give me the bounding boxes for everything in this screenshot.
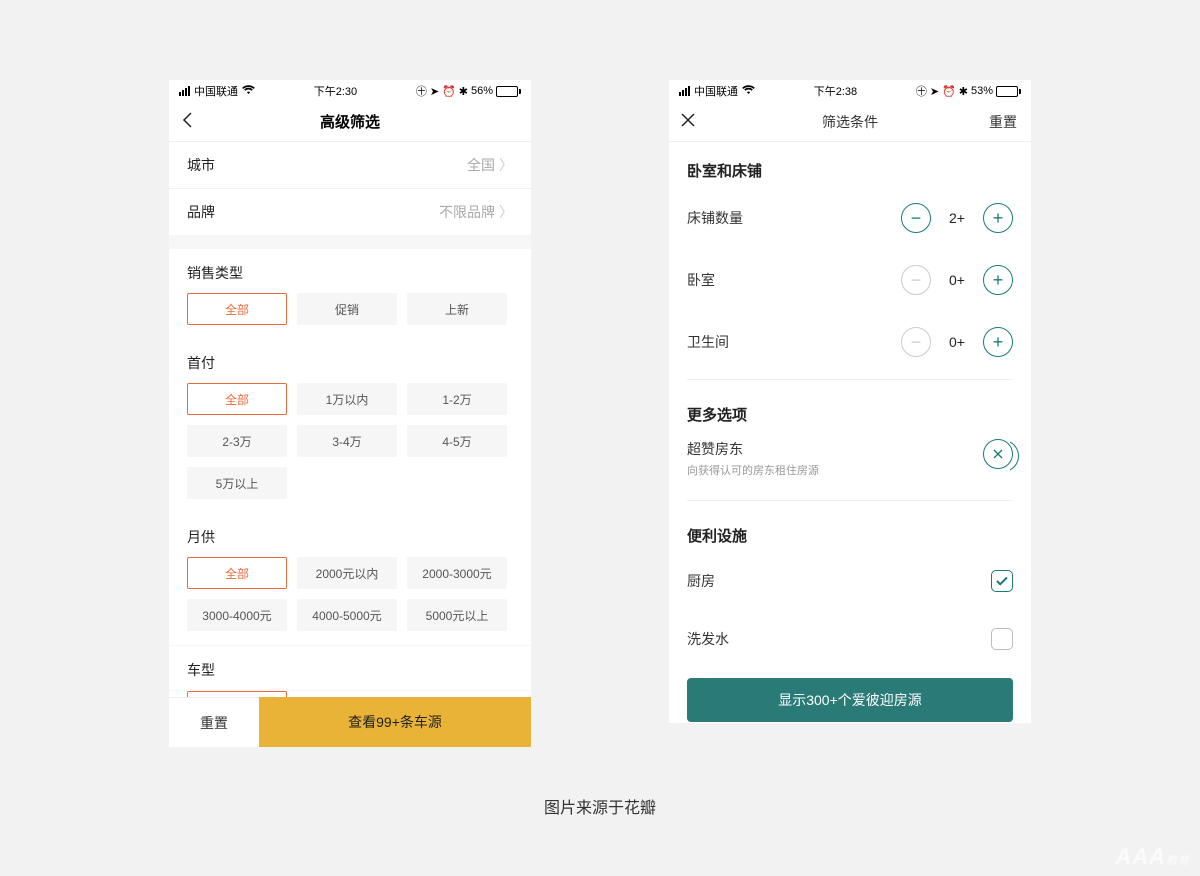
row-label: 城市 [187,155,215,175]
pill-m-0[interactable]: 全部 [187,557,287,589]
signal-icon [179,86,190,96]
stepper-value: 0+ [945,272,969,288]
pill-grid-saletype: 全部 促销 上新 [169,293,531,339]
amenity-label: 厨房 [687,571,715,591]
minus-button: − [901,327,931,357]
plus-button[interactable]: + [983,203,1013,233]
pill-dp-1[interactable]: 1万以内 [297,383,397,415]
pill-m-2[interactable]: 2000-3000元 [407,557,507,589]
pill-all[interactable]: 全部 [187,293,287,325]
pill-m-3[interactable]: 3000-4000元 [187,599,287,631]
row-value: 全国 [467,155,495,175]
amenity-label: 洗发水 [687,629,729,649]
stepper-value: 0+ [945,334,969,350]
pill-dp-0[interactable]: 全部 [187,383,287,415]
stepper-label: 床铺数量 [687,208,743,228]
battery-pct: 53% [971,85,993,97]
section-title-more: 更多选项 [669,386,1031,431]
carrier-label: 中国联通 [694,83,738,99]
back-button[interactable] [181,111,195,133]
section-title-beds: 卧室和床铺 [669,142,1031,187]
stepper-bathrooms: 卫生间 − 0+ + [669,311,1031,373]
submit-button[interactable]: 显示300+个爱彼迎房源 [687,678,1013,722]
location-icon: ➤ [930,85,939,98]
nav-bar: 高级筛选 [169,102,531,142]
row-brand[interactable]: 品牌 不限品牌〉 [169,188,531,235]
plus-button[interactable]: + [983,265,1013,295]
pill-grid-downpayment: 全部 1万以内 1-2万 2-3万 3-4万 4-5万 5万以上 [169,383,531,513]
pill-m-4[interactable]: 4000-5000元 [297,599,397,631]
section-title-saletype: 销售类型 [169,249,531,293]
reset-link[interactable]: 重置 [989,112,1017,132]
pill-promo[interactable]: 促销 [297,293,397,325]
pill-m-1[interactable]: 2000元以内 [297,557,397,589]
nav-bar: 筛选条件 重置 [669,102,1031,142]
alarm-icon: ⏰ [442,85,456,98]
bluetooth-icon: ✱ [459,85,468,98]
section-title-downpayment: 首付 [169,339,531,383]
pill-dp-4[interactable]: 3-4万 [297,425,397,457]
stepper-bedrooms: 卧室 − 0+ + [669,249,1031,311]
row-value: 不限品牌 [439,202,495,222]
orientation-lock-icon: ㊉ [916,83,927,99]
battery-pct: 56% [471,85,493,97]
watermark: AAA教育 [1115,844,1190,870]
page-title: 筛选条件 [822,112,878,132]
status-time: 下午2:30 [314,83,357,99]
status-time: 下午2:38 [814,83,857,99]
battery-icon [496,86,521,97]
stepper-label: 卫生间 [687,332,729,352]
superhost-subtitle: 向获得认可的房东租住房源 [687,462,819,478]
minus-button[interactable]: − [901,203,931,233]
wifi-icon [242,84,255,98]
pill-dp-2[interactable]: 1-2万 [407,383,507,415]
kitchen-checkbox[interactable] [991,570,1013,592]
signal-icon [679,86,690,96]
pill-dp-5[interactable]: 4-5万 [407,425,507,457]
page-title: 高级筛选 [320,111,380,132]
wifi-icon [742,84,755,98]
reset-button[interactable]: 重置 [169,697,259,747]
stepper-beds: 床铺数量 − 2+ + [669,187,1031,249]
pill-dp-3[interactable]: 2-3万 [187,425,287,457]
status-bar: 中国联通 下午2:38 ㊉ ➤ ⏰ ✱ 53% [669,80,1031,102]
row-city[interactable]: 城市 全国〉 [169,142,531,188]
plus-button[interactable]: + [983,327,1013,357]
section-title-amenity: 便利设施 [669,507,1031,552]
pill-new[interactable]: 上新 [407,293,507,325]
stepper-value: 2+ [945,210,969,226]
row-shampoo: 洗发水 [669,610,1031,668]
pill-grid-cartype [169,690,531,697]
superhost-toggle[interactable] [983,439,1013,469]
row-kitchen: 厨房 [669,552,1031,610]
shampoo-checkbox[interactable] [991,628,1013,650]
bottom-bar: 重置 查看99+条车源 [169,697,531,747]
minus-button: − [901,265,931,295]
status-bar: 中国联通 下午2:30 ㊉ ➤ ⏰ ✱ 56% [169,80,531,102]
orientation-lock-icon: ㊉ [416,83,427,99]
submit-button[interactable]: 查看99+条车源 [259,697,531,747]
bluetooth-icon: ✱ [959,85,968,98]
pill-grid-monthly: 全部 2000元以内 2000-3000元 3000-4000元 4000-50… [169,557,531,645]
carrier-label: 中国联通 [194,83,238,99]
section-title-cartype: 车型 [169,645,531,690]
row-label: 品牌 [187,202,215,222]
section-title-monthly: 月供 [169,513,531,557]
superhost-title: 超赞房东 [687,439,819,459]
stepper-label: 卧室 [687,270,715,290]
location-icon: ➤ [430,85,439,98]
pill-dp-6[interactable]: 5万以上 [187,467,287,499]
battery-icon [996,86,1021,97]
phone-right: 中国联通 下午2:38 ㊉ ➤ ⏰ ✱ 53% 筛选条件 [669,80,1031,723]
row-superhost: 超赞房东 向获得认可的房东租住房源 [669,431,1031,494]
close-button[interactable] [681,111,695,132]
phone-left: 中国联通 下午2:30 ㊉ ➤ ⏰ ✱ 56% 高级筛选 [169,80,531,747]
caption-text: 图片来源于花瓣 [0,794,1200,818]
pill-m-5[interactable]: 5000元以上 [407,599,507,631]
alarm-icon: ⏰ [942,85,956,98]
chevron-right-icon: 〉 [499,155,513,175]
chevron-right-icon: 〉 [499,202,513,222]
